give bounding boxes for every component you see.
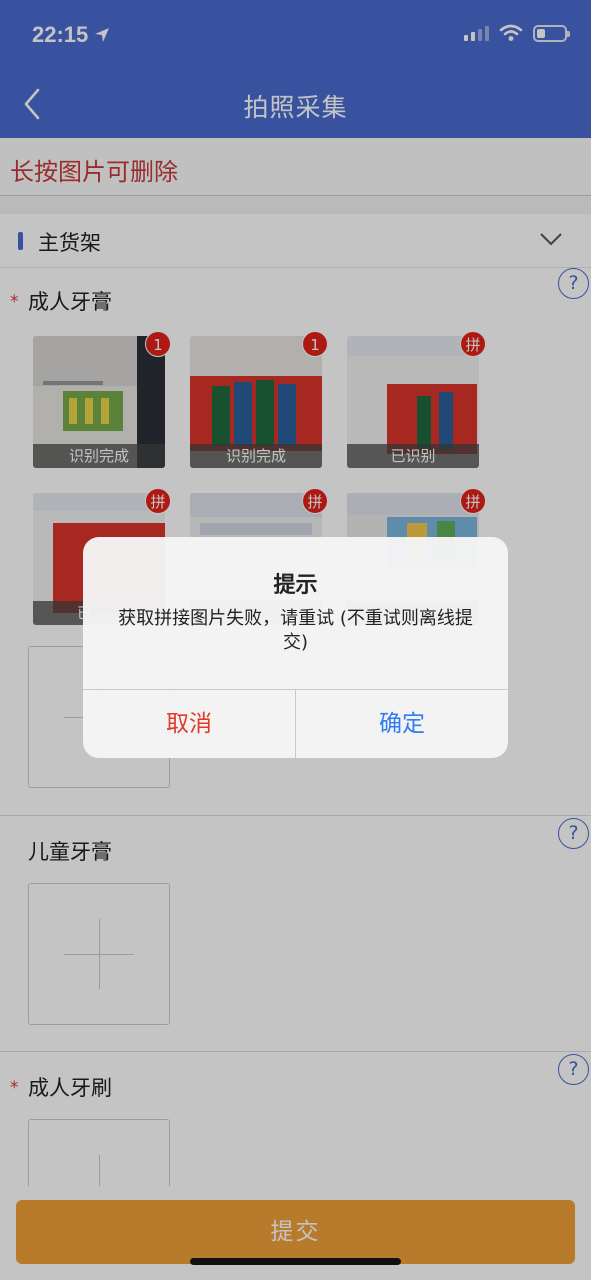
confirm-button[interactable]: 确定 <box>296 690 508 758</box>
dialog-buttons: 取消 确定 <box>83 689 508 758</box>
dialog-title: 提示 <box>273 573 318 598</box>
home-indicator[interactable] <box>190 1258 401 1265</box>
cancel-button[interactable]: 取消 <box>83 690 296 758</box>
dialog-message: 获取拼接图片失败，请重试 (不重试则离线提交) <box>118 608 473 653</box>
alert-dialog: 提示 获取拼接图片失败，请重试 (不重试则离线提交) 取消 确定 <box>83 537 508 758</box>
